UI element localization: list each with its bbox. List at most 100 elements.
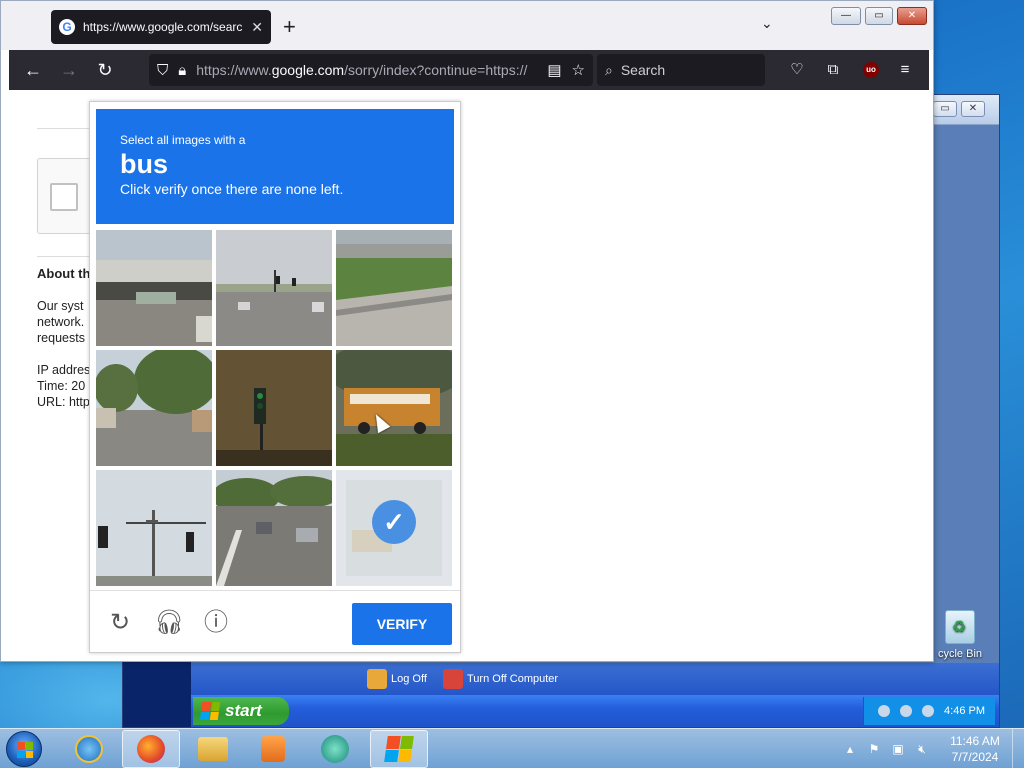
shield-icon[interactable]: ⛉ [157,62,168,79]
firefox-window[interactable]: G https://www.google.com/search ✕ + ⌄ — … [0,0,934,662]
turn-off-option[interactable]: Turn Off Computer [443,668,558,690]
xp-clock: 4:46 PM [944,705,985,717]
about-paragraph: Our syst network. requests [37,299,85,345]
pocket-icon[interactable]: ♡ [785,58,809,82]
folder-icon [198,737,228,761]
recaptcha-challenge: Select all images with a bus Click verif… [89,101,461,653]
challenge-target: bus [120,149,169,179]
divider [37,128,97,129]
forward-arrow-icon[interactable]: → [57,58,81,82]
image-tile-4[interactable] [96,350,212,466]
info-icon[interactable]: ⓘ [202,609,230,637]
tab-close-icon[interactable]: ✕ [251,19,263,36]
search-icon: ⌕ [605,61,613,78]
taskbar-firefox-button[interactable] [122,730,180,768]
image-tile-8[interactable] [216,470,332,586]
image-tile-1[interactable] [96,230,212,346]
taskbar-app-button[interactable] [306,730,364,768]
challenge-header: Select all images with a bus Click verif… [96,109,454,224]
network-icon[interactable]: ▣ [890,741,906,757]
reload-icon[interactable]: ↻ [93,58,117,82]
challenge-footer: ↻ 🎧︎ ⓘ VERIFY [90,590,460,654]
taskbar: ▴ ⚑ ▣ 🔇︎ 11:46 AM 7/7/2024 [0,728,1024,768]
close-button[interactable]: ✕ [897,7,927,25]
image-tile-2[interactable] [216,230,332,346]
vm-restore-button[interactable]: ▭ [933,101,957,117]
show-desktop-button[interactable] [1012,729,1024,768]
tray-security-icon[interactable] [922,705,935,717]
ublock-origin-icon[interactable]: uo [863,62,879,78]
taskbar-ie-button[interactable] [60,730,118,768]
reload-challenge-icon[interactable]: ↻ [106,609,134,637]
url-text[interactable]: https://www.google.com/sorry/index?conti… [196,62,537,78]
recycle-bin[interactable]: cycle Bin [930,610,990,660]
list-all-tabs-chevron-icon[interactable]: ⌄ [761,15,773,32]
challenge-subtext: Click verify once there are none left. [120,181,344,197]
bookmark-star-icon[interactable]: ☆ [572,61,585,79]
media-player-icon [261,736,285,762]
tab-bar: G https://www.google.com/search ✕ + ⌄ — … [1,1,933,50]
windows-logo-icon [17,742,33,758]
log-off-icon [367,669,387,689]
request-meta: IP addres Time: 20 URL: http [37,363,91,409]
image-tile-7[interactable] [96,470,212,586]
hamburger-menu-icon[interactable]: ≡ [893,58,917,82]
selected-check-icon: ✓ [372,500,416,544]
teal-app-icon [321,735,349,763]
google-favicon-icon: G [59,19,75,35]
audio-challenge-headphones-icon[interactable]: 🎧︎ [154,609,184,637]
extensions-puzzle-icon[interactable]: ⧉ [821,58,845,82]
windows-flag-icon [199,702,221,720]
image-tile-6[interactable] [336,350,452,466]
xp-start-label: start [225,701,262,720]
xp-logoff-bar: Log Off Turn Off Computer [191,663,999,695]
url-bar[interactable]: ⛉ 🔒︎ https://www.google.com/sorry/index?… [149,54,593,86]
log-off-option[interactable]: Log Off [367,668,427,690]
vm-close-button[interactable]: ✕ [961,101,985,117]
search-input[interactable]: ⌕ Search [597,54,765,86]
clock[interactable]: 11:46 AM 7/7/2024 [940,733,1010,765]
volume-muted-icon[interactable]: 🔇︎ [914,741,930,757]
about-heading: About th [37,266,91,281]
firefox-icon [137,735,165,763]
xp-tray: 4:46 PM [863,697,995,725]
recycle-bin-icon [945,610,975,644]
clock-time: 11:46 AM [950,734,1000,748]
taskbar-vm-button[interactable] [370,730,428,768]
tray-sound-icon[interactable] [878,705,891,717]
divider [37,256,97,257]
recaptcha-checkbox[interactable] [50,183,78,211]
image-tile-3[interactable] [336,230,452,346]
taskbar-explorer-button[interactable] [184,730,242,768]
search-placeholder: Search [620,62,666,78]
image-grid: ✓ [96,230,456,590]
tray-network-icon[interactable] [900,705,913,717]
show-hidden-icons-chevron-icon[interactable]: ▴ [842,741,858,757]
recaptcha-checkbox-widget[interactable] [37,158,97,234]
xp-start-button[interactable]: start [193,697,289,725]
nav-toolbar: ← → ↻ ⛉ 🔒︎ https://www.google.com/sorry/… [9,50,929,90]
action-center-flag-icon[interactable]: ⚑ [866,741,882,757]
windows-xp-icon [384,736,414,762]
power-icon [443,669,463,689]
start-button[interactable] [6,731,42,767]
verify-button[interactable]: VERIFY [352,603,452,645]
internet-explorer-icon [75,735,103,763]
tab-google[interactable]: G https://www.google.com/search ✕ [51,10,271,44]
reader-view-icon[interactable]: ▤ [547,61,561,79]
tab-title: https://www.google.com/search [83,20,244,34]
clock-date: 7/7/2024 [951,750,999,764]
new-tab-button[interactable]: + [283,15,296,39]
turn-off-label: Turn Off Computer [467,673,559,685]
image-tile-5[interactable] [216,350,332,466]
minimize-button[interactable]: — [831,7,861,25]
image-tile-9-selected[interactable]: ✓ [336,470,452,586]
taskbar-media-player-button[interactable] [244,730,302,768]
challenge-instruction: Select all images with a [120,133,246,147]
lock-icon[interactable]: 🔒︎ [178,62,186,79]
recycle-bin-label: cycle Bin [937,648,983,660]
back-arrow-icon[interactable]: ← [21,58,45,82]
xp-taskbar: start 4:46 PM [191,695,999,727]
windows-desktop: ▭ ✕ Log Off Turn Off Computer start 4:46… [0,0,1024,728]
maximize-button[interactable]: ▭ [865,7,893,25]
